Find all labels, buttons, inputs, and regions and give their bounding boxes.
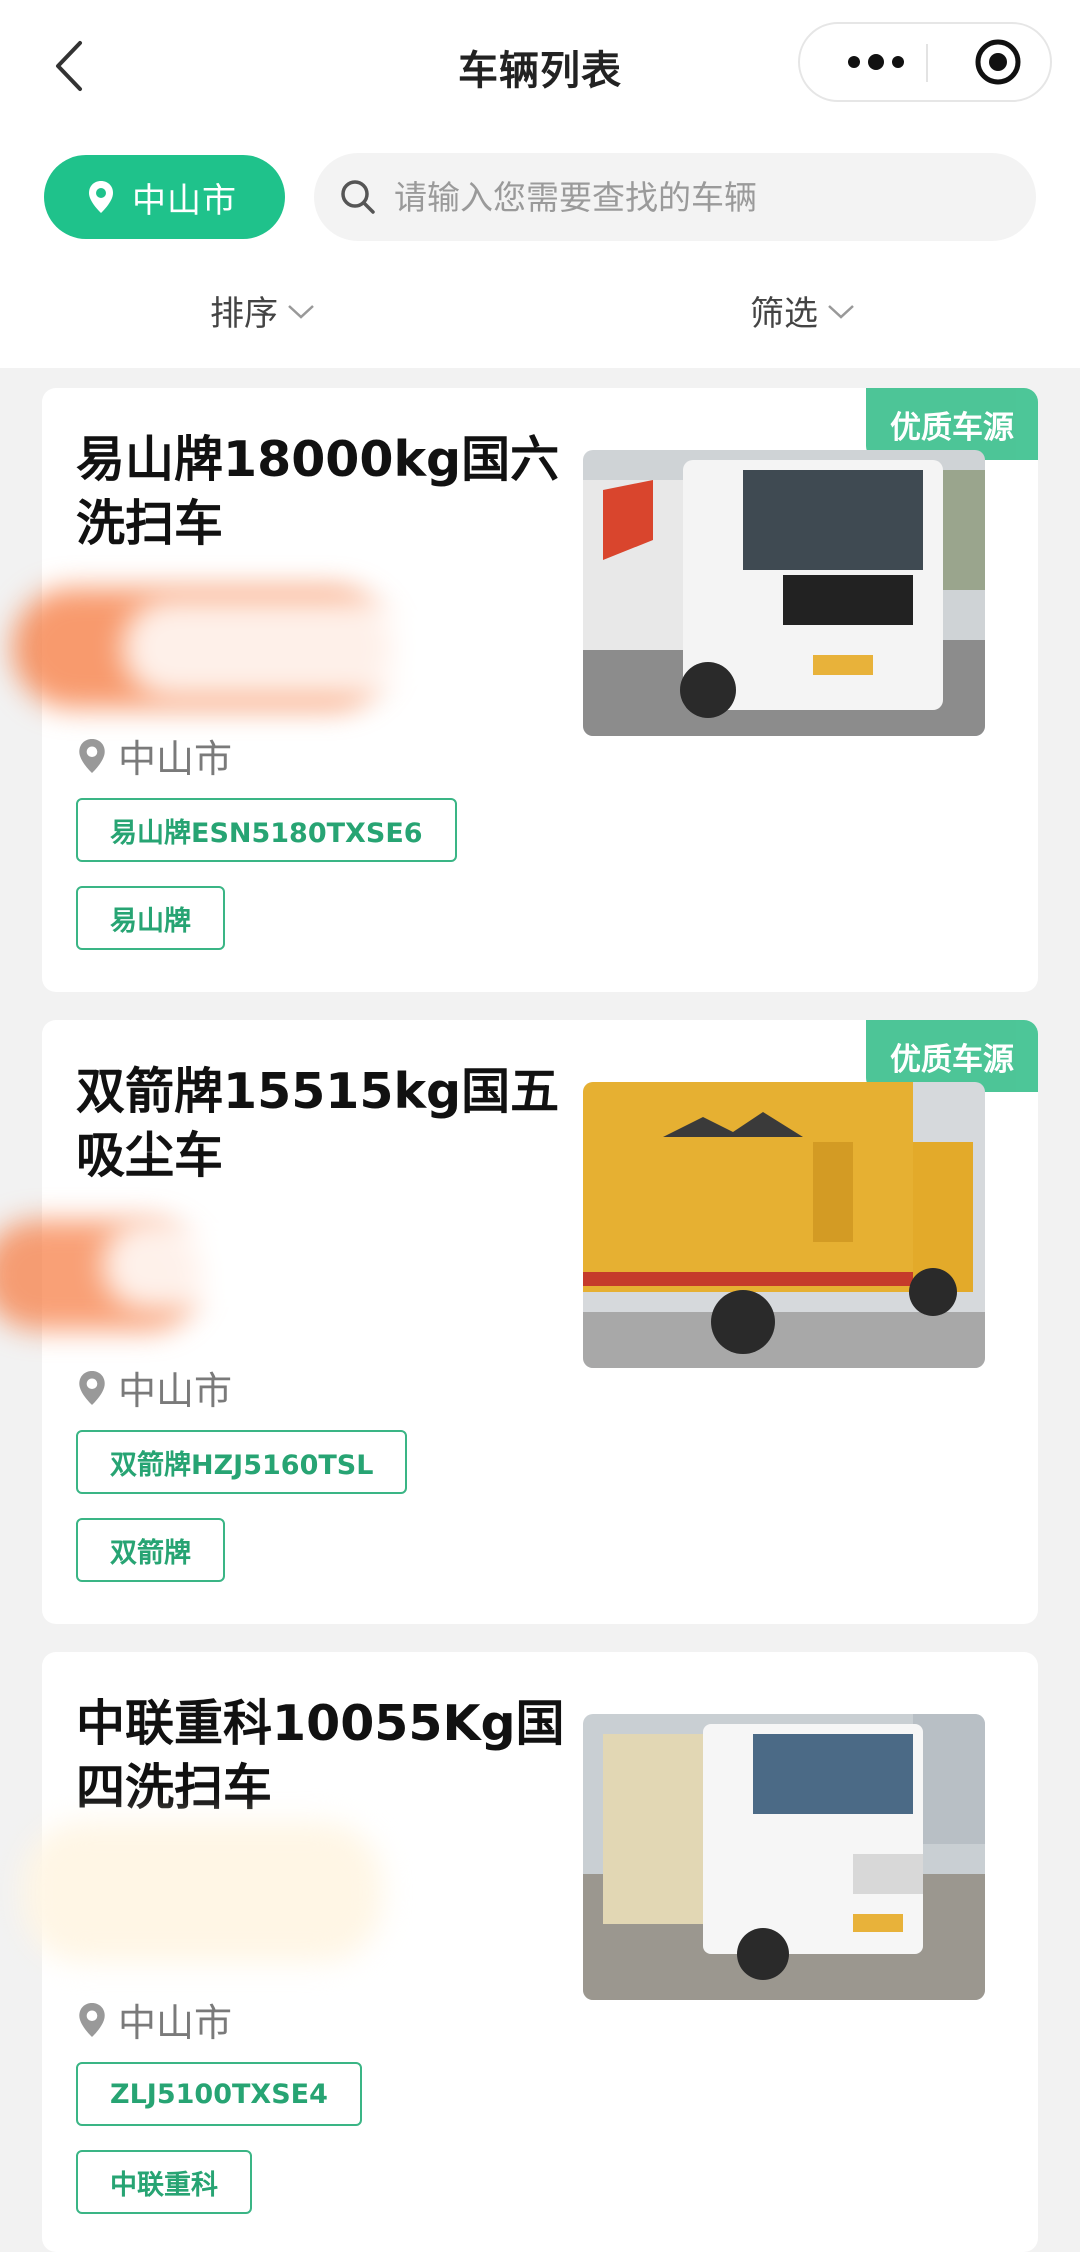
filter-dropdown[interactable]: 筛选 bbox=[750, 285, 856, 335]
location-pin-icon bbox=[89, 181, 113, 213]
vehicle-title: 易山牌18000kg国六洗扫车 bbox=[76, 431, 560, 552]
vehicle-location: 中山市 bbox=[78, 1360, 232, 1415]
search-icon bbox=[341, 180, 375, 214]
filter-label: 筛选 bbox=[750, 293, 818, 334]
search-input[interactable] bbox=[394, 177, 1014, 217]
model-tag: ZLJ5100TXSE4 bbox=[76, 2062, 362, 2126]
vehicle-title: 双箭牌15515kg国五吸尘车 bbox=[76, 1063, 560, 1184]
location-label: 中山市 bbox=[118, 737, 233, 781]
vehicle-title: 中联重科10055Kg国四洗扫车 bbox=[76, 1695, 565, 1816]
brand-tag: 中联重科 bbox=[76, 2150, 252, 2214]
capsule-divider bbox=[926, 44, 928, 82]
vehicle-photo[interactable] bbox=[583, 1082, 985, 1368]
location-label: 中山市 bbox=[118, 2001, 233, 2045]
search-bar[interactable] bbox=[314, 153, 1036, 241]
chevron-down-icon bbox=[288, 305, 314, 319]
sort-label: 排序 bbox=[210, 293, 278, 334]
location-pin-icon bbox=[79, 1370, 105, 1405]
redaction-smear bbox=[102, 1220, 362, 1310]
vehicle-card[interactable]: 优质车源 双箭牌15515kg国五吸尘车 中山市 双箭牌HZJ5160TSL 双… bbox=[0, 1020, 1038, 1624]
white-sweeper-truck-icon bbox=[583, 450, 985, 736]
model-tag: 易山牌ESN5180TXSE6 bbox=[76, 798, 457, 862]
white-isuzu-sweeper-icon bbox=[583, 1714, 985, 2000]
city-selector[interactable]: 中山市 bbox=[44, 155, 285, 239]
mini-program-capsule bbox=[798, 22, 1052, 102]
vehicle-photo[interactable] bbox=[583, 1714, 985, 2000]
yellow-dust-truck-icon bbox=[583, 1082, 985, 1368]
brand-tag: 双箭牌 bbox=[76, 1518, 225, 1582]
vehicle-location: 中山市 bbox=[78, 728, 232, 783]
redaction-smear bbox=[22, 1822, 382, 1962]
vehicle-location: 中山市 bbox=[78, 1992, 232, 2047]
nav-bar: 车辆列表 bbox=[0, 0, 1080, 135]
close-mini-program-button[interactable] bbox=[960, 24, 1036, 100]
location-pin-icon bbox=[79, 2002, 105, 2037]
brand-tag: 易山牌 bbox=[76, 886, 225, 950]
redaction-smear bbox=[122, 598, 442, 698]
location-label: 中山市 bbox=[118, 1369, 233, 1413]
sort-dropdown[interactable]: 排序 bbox=[210, 285, 316, 335]
city-label: 中山市 bbox=[132, 180, 237, 221]
vehicle-card[interactable]: 优质车源 易山牌18000kg国六洗扫车 中山市 易山牌ESN5180TXSE6… bbox=[12, 388, 1038, 992]
target-icon bbox=[975, 39, 1021, 85]
more-dots-icon bbox=[848, 54, 904, 70]
header-area: 车辆列表 中山市 请输入您需要查找的车辆 排序 筛选 bbox=[0, 0, 1080, 368]
chevron-down-icon bbox=[828, 305, 854, 319]
location-pin-icon bbox=[79, 738, 105, 773]
vehicle-card[interactable]: 中联重科10055Kg国四洗扫车 中山市 ZLJ5100TXSE4 中联重科 bbox=[22, 1652, 1038, 2252]
vehicle-photo[interactable] bbox=[583, 450, 985, 736]
model-tag: 双箭牌HZJ5160TSL bbox=[76, 1430, 408, 1494]
more-button[interactable] bbox=[836, 24, 916, 100]
